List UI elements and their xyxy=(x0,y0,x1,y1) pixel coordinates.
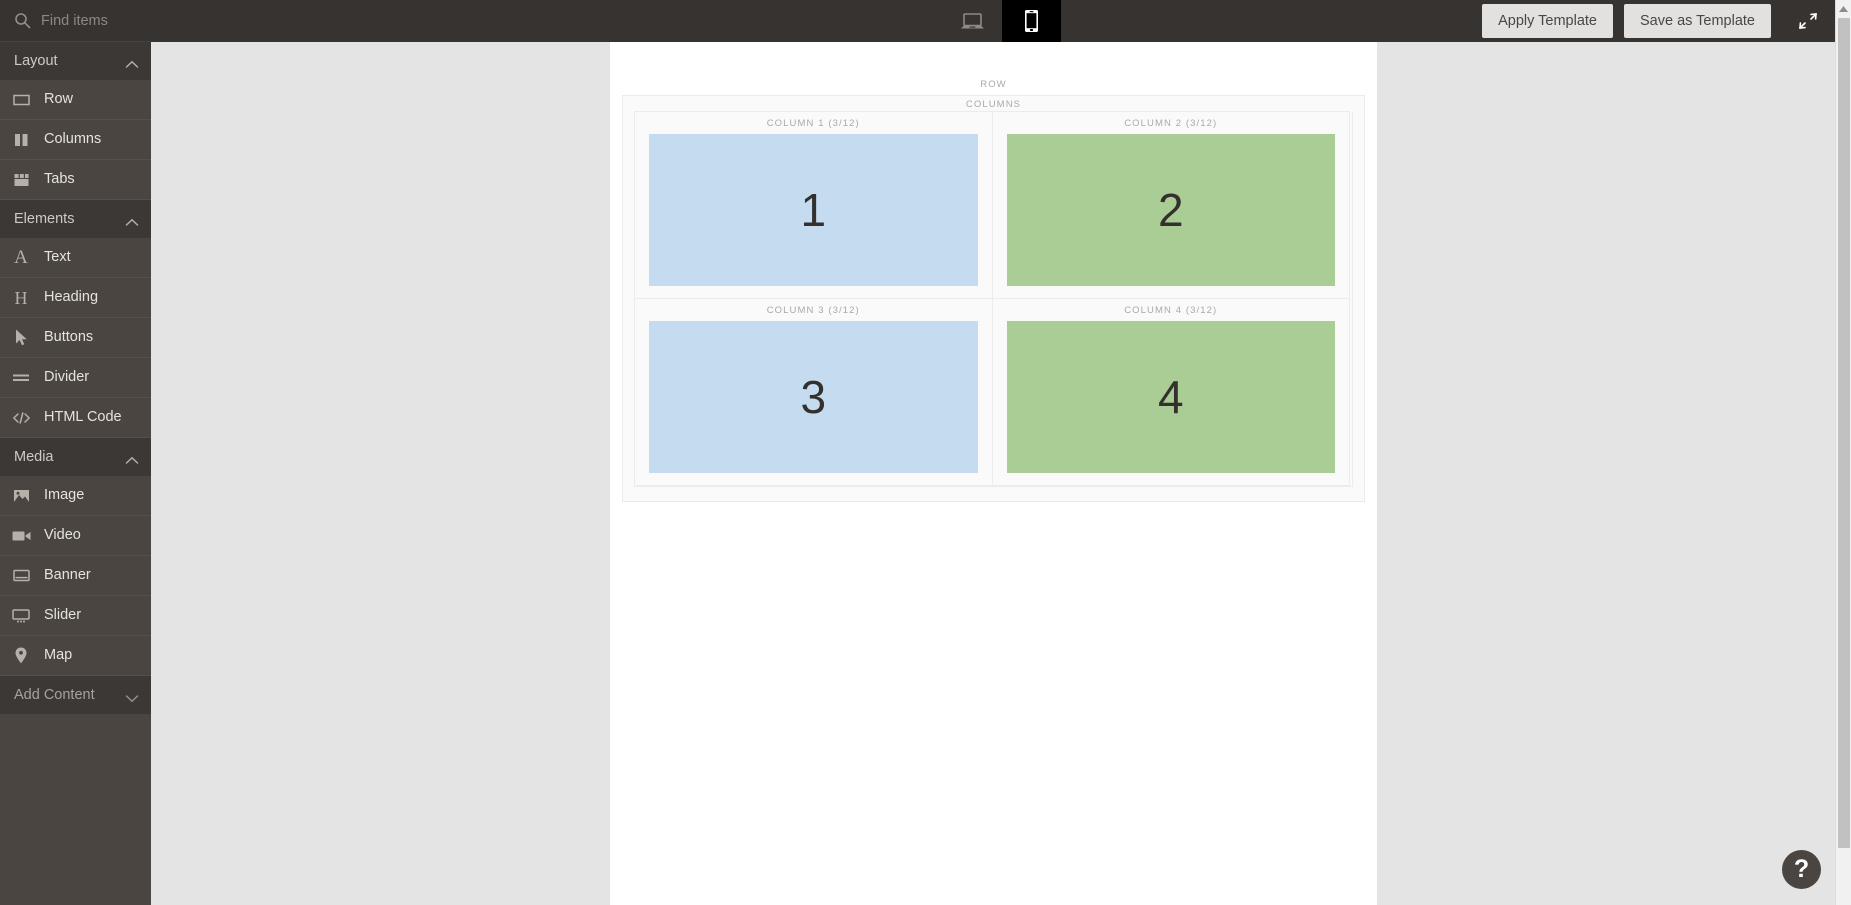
sidebar-item-banner[interactable]: Banner xyxy=(0,556,151,596)
sidebar-item-banner-label: Banner xyxy=(44,567,91,584)
search-icon xyxy=(14,12,31,29)
page-canvas[interactable]: ROW COLUMNS COLUMN 1 (3/12) 1 COLUMN 2 (… xyxy=(610,42,1377,905)
sidebar-item-buttons-label: Buttons xyxy=(44,329,94,346)
code-icon xyxy=(11,409,31,427)
sidebar-item-image-label: Image xyxy=(44,487,85,504)
viewport-mobile-button[interactable] xyxy=(1002,0,1061,42)
chevron-up-icon xyxy=(125,215,139,226)
work-area: ROW COLUMNS COLUMN 1 (3/12) 1 COLUMN 2 (… xyxy=(151,42,1835,905)
search-input[interactable] xyxy=(41,12,146,29)
column-cell-4[interactable]: COLUMN 4 (3/12) 4 xyxy=(991,298,1350,486)
text-a-icon: A xyxy=(14,247,28,268)
topbar-actions: Apply Template Save as Template xyxy=(1471,0,1851,42)
column-2-title: COLUMN 2 (3/12) xyxy=(1124,118,1218,129)
sidebar-item-html-code[interactable]: HTML Code xyxy=(0,398,151,438)
columns-grid: COLUMN 1 (3/12) 1 COLUMN 2 (3/12) 2 COLU… xyxy=(634,111,1352,486)
chevron-down-icon xyxy=(125,691,139,702)
sidebar-item-video-label: Video xyxy=(44,527,81,544)
sidebar-item-row[interactable]: Row xyxy=(0,80,151,120)
tabs-icon xyxy=(11,171,31,189)
sidebar-item-divider[interactable]: Divider xyxy=(0,358,151,398)
sidebar-group-add-content[interactable]: Add Content xyxy=(0,676,151,714)
banner-icon xyxy=(11,567,31,585)
chevron-up-icon xyxy=(125,453,139,464)
column-cell-3[interactable]: COLUMN 3 (3/12) 3 xyxy=(634,298,993,486)
sidebar-item-map-label: Map xyxy=(44,647,73,664)
sidebar-item-image[interactable]: Image xyxy=(0,476,151,516)
sidebar-item-text[interactable]: A Text xyxy=(0,238,151,278)
apply-template-button[interactable]: Apply Template xyxy=(1482,3,1613,39)
collapse-arrows-icon[interactable] xyxy=(1797,10,1819,32)
sidebar-item-tabs-label: Tabs xyxy=(44,171,75,188)
columns-icon xyxy=(11,131,31,149)
top-toolbar: Apply Template Save as Template xyxy=(0,0,1851,42)
divider-icon xyxy=(11,369,31,387)
sidebar-group-add-content-label: Add Content xyxy=(14,687,95,703)
map-pin-icon xyxy=(11,647,31,665)
sidebar-item-text-label: Text xyxy=(44,249,71,266)
column-4-content[interactable]: 4 xyxy=(1006,321,1335,473)
column-cell-2[interactable]: COLUMN 2 (3/12) 2 xyxy=(991,111,1350,299)
column-3-title: COLUMN 3 (3/12) xyxy=(766,305,860,316)
heading-h-icon: H xyxy=(14,287,28,308)
row-label: ROW xyxy=(980,79,1007,90)
sidebar-item-slider[interactable]: Slider xyxy=(0,596,151,636)
search-container xyxy=(0,0,151,42)
scrollbar-thumb[interactable] xyxy=(1838,18,1850,848)
left-sidebar: Layout Row Columns Tabs Elements A Text xyxy=(0,42,151,905)
sidebar-item-divider-label: Divider xyxy=(44,369,90,386)
sidebar-item-html-code-label: HTML Code xyxy=(44,409,122,426)
viewport-desktop-button[interactable] xyxy=(943,0,1002,42)
column-1-content[interactable]: 1 xyxy=(649,134,978,286)
laptop-icon xyxy=(960,12,985,31)
sidebar-item-tabs[interactable]: Tabs xyxy=(0,160,151,200)
sidebar-item-heading[interactable]: H Heading xyxy=(0,278,151,318)
phone-icon xyxy=(1024,9,1039,33)
slider-icon xyxy=(11,607,31,625)
sidebar-group-elements-label: Elements xyxy=(14,211,75,227)
sidebar-group-layout[interactable]: Layout xyxy=(0,42,151,80)
sidebar-item-video[interactable]: Video xyxy=(0,516,151,556)
column-cell-1[interactable]: COLUMN 1 (3/12) 1 xyxy=(634,111,993,299)
cursor-arrow-icon xyxy=(11,329,31,347)
help-button[interactable]: ? xyxy=(1782,850,1821,889)
scrollbar-up-arrow-icon[interactable] xyxy=(1836,0,1851,17)
sidebar-item-columns[interactable]: Columns xyxy=(0,120,151,160)
image-icon xyxy=(11,487,31,505)
sidebar-item-heading-label: Heading xyxy=(44,289,99,306)
row-icon xyxy=(11,91,31,109)
column-2-content[interactable]: 2 xyxy=(1006,134,1335,286)
video-camera-icon xyxy=(11,527,31,545)
viewport-toggle xyxy=(943,0,1061,42)
question-mark-icon: ? xyxy=(1793,855,1810,883)
column-1-title: COLUMN 1 (3/12) xyxy=(766,118,860,129)
sidebar-group-media-label: Media xyxy=(14,449,54,465)
sidebar-item-row-label: Row xyxy=(44,91,74,108)
sidebar-item-buttons[interactable]: Buttons xyxy=(0,318,151,358)
sidebar-item-slider-label: Slider xyxy=(44,607,82,624)
row-block[interactable]: COLUMNS COLUMN 1 (3/12) 1 COLUMN 2 (3/12… xyxy=(622,95,1365,502)
sidebar-item-columns-label: Columns xyxy=(44,131,102,148)
column-3-content[interactable]: 3 xyxy=(649,321,978,473)
column-4-title: COLUMN 4 (3/12) xyxy=(1124,305,1218,316)
columns-label: COLUMNS xyxy=(965,99,1022,110)
sidebar-group-layout-label: Layout xyxy=(14,53,58,69)
columns-block[interactable]: COLUMN 1 (3/12) 1 COLUMN 2 (3/12) 2 COLU… xyxy=(634,111,1353,487)
sidebar-group-elements[interactable]: Elements xyxy=(0,200,151,238)
sidebar-item-map[interactable]: Map xyxy=(0,636,151,676)
chevron-up-icon xyxy=(125,57,139,68)
save-as-template-button[interactable]: Save as Template xyxy=(1624,3,1771,39)
sidebar-group-media[interactable]: Media xyxy=(0,438,151,476)
page-scrollbar[interactable] xyxy=(1835,0,1851,905)
